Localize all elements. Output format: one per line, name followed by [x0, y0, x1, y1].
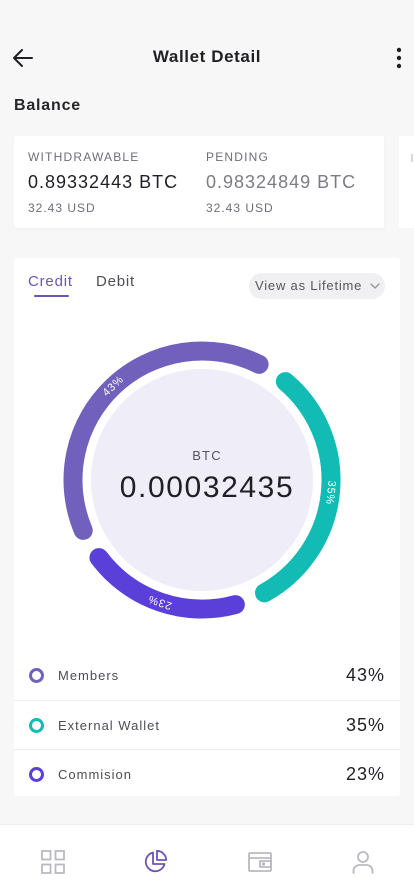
legend-percent: 43% [345, 665, 385, 685]
chart-card: Credit Debit View as Lifetime 43% 35% 23% … [14, 258, 400, 796]
donut-center-label: BTC [192, 448, 222, 463]
pending-value: 0.98324849 BTC [206, 172, 357, 192]
pending-usd: 32.43 USD [206, 201, 274, 215]
bottom-navigation [0, 824, 414, 896]
legend-label: External Wallet [58, 718, 160, 733]
pending-label: PENDING [206, 150, 270, 164]
balance-section-title: Balance [14, 97, 81, 114]
more-vertical-icon [396, 47, 402, 69]
pie-chart-icon [144, 849, 168, 873]
legend-item[interactable]: Members 43% [14, 651, 400, 700]
legend-item[interactable]: External Wallet 35% [14, 700, 400, 749]
withdrawable-label: WITHDRAWABLE [28, 150, 140, 164]
next-balance-card[interactable] [399, 136, 414, 228]
legend-percent: 35% [345, 715, 385, 735]
page-title: Wallet Detail [152, 47, 262, 66]
nav-dashboard[interactable] [40, 849, 66, 875]
nav-analytics[interactable] [142, 849, 168, 875]
withdrawable-balance: WITHDRAWABLE 0.89332443 BTC 32.43 USD [28, 150, 178, 215]
nav-wallet[interactable] [247, 849, 273, 875]
legend-dot-members [29, 668, 44, 683]
withdrawable-usd: 32.43 USD [28, 201, 96, 215]
nav-profile[interactable] [350, 849, 376, 875]
grid-icon [41, 850, 65, 874]
donut-center-value: 0.00032435 [119, 471, 295, 504]
balance-card[interactable]: WITHDRAWABLE 0.89332443 BTC 32.43 USD PE… [14, 136, 384, 228]
legend-label: Members [58, 668, 120, 683]
legend-item[interactable]: Commision 23% [14, 749, 400, 798]
legend-label: Commision [58, 767, 133, 782]
legend-percent: 23% [345, 764, 385, 784]
more-options-button[interactable] [392, 44, 406, 72]
legend-dot-external-wallet [29, 718, 44, 733]
user-icon [352, 851, 374, 874]
withdrawable-value: 0.89332443 BTC [28, 172, 179, 192]
app-header: Wallet Detail [0, 0, 414, 90]
legend-dot-commision [29, 767, 44, 782]
chart-legend: Members 43% External Wallet 35% Commisio… [14, 651, 400, 798]
card-peek-mark [411, 154, 413, 162]
wallet-icon [248, 852, 272, 872]
pending-balance: PENDING 0.98324849 BTC 32.43 USD [206, 150, 356, 215]
